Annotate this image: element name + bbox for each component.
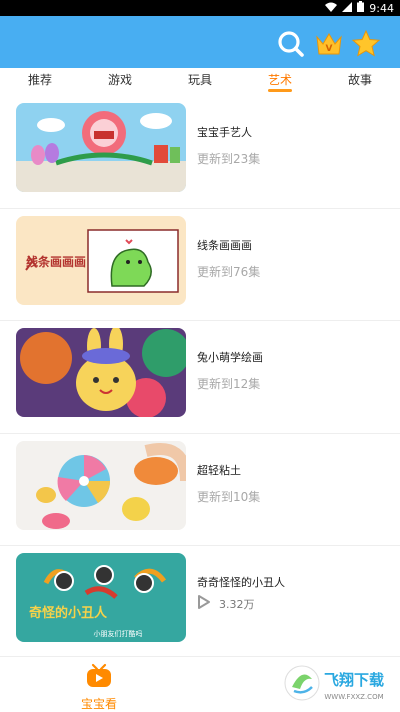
list-item[interactable]: 线条画画画 线条画画画 更新到76集 bbox=[0, 209, 400, 321]
item-episode-count: 更新到12集 bbox=[197, 377, 261, 391]
list-item[interactable]: 超轻粘土 更新到10集 bbox=[0, 434, 400, 546]
item-title: 超轻粘土 bbox=[197, 463, 241, 477]
item-title: 兔小萌学绘画 bbox=[197, 351, 263, 364]
item-title: 奇奇怪怪的小丑人 bbox=[197, 576, 285, 589]
tab-stories[interactable]: 故事 bbox=[320, 68, 400, 94]
watermark-text: 飞翔下载 bbox=[324, 671, 384, 689]
watermark: 飞翔下载 WWW.FXXZ.COM bbox=[282, 661, 394, 707]
nav-baobaokan[interactable]: 宝宝看 bbox=[73, 663, 125, 712]
tab-games[interactable]: 游戏 bbox=[80, 68, 160, 94]
search-icon[interactable] bbox=[276, 29, 306, 59]
thumbnail: 奇怪的小丑人 小朋友们打酷吗 bbox=[16, 553, 186, 642]
thumbnail bbox=[16, 440, 186, 530]
item-title: 线条画画画 bbox=[197, 238, 252, 252]
tab-recommend[interactable]: 推荐 bbox=[0, 68, 80, 94]
crown-icon[interactable]: V bbox=[314, 29, 344, 59]
thumbnail-subcaption: 小朋友们打酷吗 bbox=[94, 629, 143, 638]
play-count: 3.32万 bbox=[219, 597, 255, 611]
item-episode-count: 更新到10集 bbox=[197, 489, 261, 504]
play-icon bbox=[197, 594, 211, 613]
item-episode-count: 更新到23集 bbox=[197, 152, 261, 166]
tab-toys[interactable]: 玩具 bbox=[160, 68, 240, 94]
category-tabs: 推荐 游戏 玩具 艺术 故事 bbox=[0, 68, 400, 94]
clock: 9:44 bbox=[369, 1, 394, 15]
list-item[interactable]: 宝宝手艺人 更新到23集 bbox=[0, 96, 400, 209]
thumbnail: 线条画画画 bbox=[16, 215, 186, 305]
thumbnail-caption: 线条画画画 bbox=[26, 254, 86, 269]
thumbnail bbox=[16, 328, 186, 417]
thumbnail-caption: 奇怪的小丑人 bbox=[29, 605, 108, 621]
svg-text:V: V bbox=[326, 44, 333, 54]
status-bar: 9:44 bbox=[0, 0, 400, 16]
item-title: 宝宝手艺人 bbox=[197, 126, 252, 139]
wifi-icon bbox=[325, 2, 338, 15]
watermark-url: WWW.FXXZ.COM bbox=[324, 693, 383, 701]
play-count-row: 3.32万 bbox=[197, 594, 255, 613]
top-header: V bbox=[0, 16, 400, 68]
item-episode-count: 更新到76集 bbox=[197, 264, 261, 279]
thumbnail bbox=[16, 103, 186, 192]
battery-icon bbox=[357, 1, 365, 15]
signal-icon bbox=[342, 1, 353, 15]
tv-icon bbox=[85, 663, 113, 693]
video-list: 宝宝手艺人 更新到23集 线条画画画 线条画画画 更新到76集 兔小萌学绘画 更… bbox=[0, 96, 400, 659]
nav-label: 宝宝看 bbox=[80, 697, 117, 711]
list-item[interactable]: 兔小萌学绘画 更新到12集 bbox=[0, 321, 400, 434]
tab-art[interactable]: 艺术 bbox=[240, 68, 320, 94]
bottom-nav: 宝宝看 飞翔下载 WWW.FXXZ.COM bbox=[0, 656, 400, 711]
star-icon[interactable] bbox=[351, 29, 381, 59]
list-item[interactable]: 奇怪的小丑人 小朋友们打酷吗 奇奇怪怪的小丑人 3.32万 bbox=[0, 546, 400, 659]
